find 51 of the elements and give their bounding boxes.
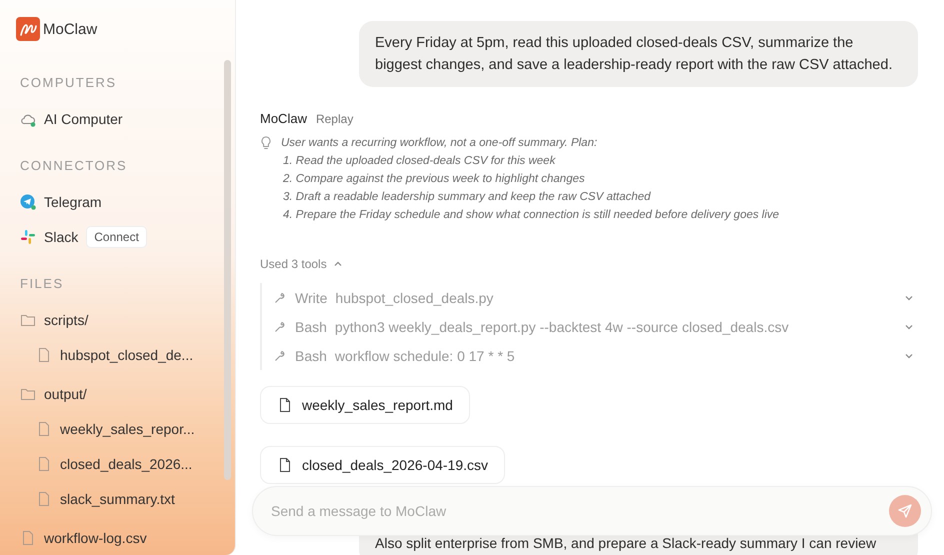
wrench-icon [274,350,286,362]
connector-item[interactable]: Slack [44,228,78,244]
file-icon [39,492,49,506]
connect-button[interactable]: Connect [86,226,147,248]
file-item[interactable]: closed_deals_2026... [60,456,192,472]
thinking-line: 2. Compare against the previous week to highlight changes [282,172,586,187]
file-item[interactable]: weekly_sales_repor... [60,420,195,436]
logo-icon [16,17,40,41]
telegram-icon [20,194,36,210]
message-field[interactable]: Send a message to MoClaw [252,486,932,536]
folder-item[interactable]: output/ [44,386,87,402]
thinking-line: User wants a recurring workflow, not a one-off summary. Plan: [281,136,598,151]
thinking-line: 3. Draft a readable leadership summary and keep the raw CSV attached [282,190,652,205]
connector-item[interactable]: Telegram [44,194,102,210]
file-item[interactable]: slack_summary.txt [60,490,175,506]
slack-icon [20,228,36,244]
tool-name: Bash [295,348,327,364]
lightbulb-icon [260,136,272,150]
section-title: CONNECTORS [20,158,128,174]
author-name: MoClaw [260,111,307,126]
wrench-icon [274,320,286,332]
message-input[interactable]: Send a message to MoClaw [269,502,889,520]
tool-name: Bash [295,318,327,334]
replay-link[interactable]: Replay [316,112,354,126]
section-title: FILES [20,276,65,292]
file-item[interactable]: workflow-log.csv [44,530,147,546]
folder-item[interactable]: scripts/ [44,312,88,328]
send-button[interactable] [889,495,921,527]
file-attachment[interactable]: weekly_sales_report.md [260,386,470,424]
file-icon [39,456,49,470]
file-icon [280,398,290,412]
file-icon [39,422,49,436]
wrench-icon [274,292,286,304]
send-icon [897,503,913,519]
tool-command: python3 weekly_deals_report.py --backtest 4w --source closed_deals.csv [334,318,790,334]
section-title: COMPUTERS [20,75,118,91]
file-attachment[interactable]: closed_deals_2026-04-19.csv [260,446,506,484]
tool-command: workflow schedule: 0 17 * * 5 [334,348,516,364]
tools-toggle[interactable]: Used 3 tools [260,257,343,271]
tool-command: hubspot_closed_deals.py [335,290,494,306]
file-icon [280,458,290,472]
computer-item[interactable]: AI Computer [44,110,123,126]
thinking-line: 4. Prepare the Friday schedule and show what connection is still needed before delivery goes live [282,208,780,223]
file-item[interactable]: hubspot_closed_de... [60,346,194,362]
user-message: Every Friday at 5pm, read this uploaded closed-deals CSV, summarize the biggest changes, and save a leadership-ready report with the raw CSV attached. [359,21,918,87]
file-icon [39,348,49,362]
scrollbar[interactable] [224,60,231,480]
tool-name: Write [295,290,328,306]
thinking-line: 1. Read the uploaded closed-deals CSV for this week [282,154,556,169]
file-icon [23,530,33,544]
brand-name: MoClaw [43,20,98,38]
